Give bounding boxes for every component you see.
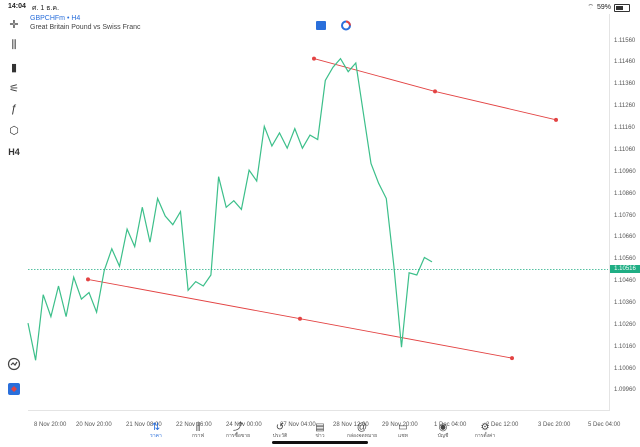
buy-sell-icon[interactable] — [316, 21, 326, 30]
price-tick: 1.10360 — [614, 299, 636, 306]
nav-chat[interactable]: ▭ แชท — [381, 422, 425, 446]
time-tick: 5 Dec 04:00 — [588, 422, 621, 428]
trendline-anchor[interactable] — [554, 117, 558, 122]
nav-mailbox-icon: @ — [356, 422, 368, 433]
price-tick: 1.11360 — [614, 81, 636, 88]
trendline-anchor[interactable] — [433, 89, 437, 94]
nav-trade-label: การซื้อขาย — [225, 433, 251, 439]
price-tick: 1.10860 — [614, 190, 636, 197]
nav-settings-label: การตั้งค่า — [474, 433, 496, 439]
price-chart[interactable] — [0, 0, 640, 447]
time-tick: 8 Nov 20:00 — [34, 422, 67, 428]
nav-settings-icon: ⚙ — [480, 422, 490, 433]
nav-chart-label: กราฟ — [191, 433, 205, 439]
price-tick: 1.10560 — [614, 256, 636, 263]
price-tick: 1.10760 — [614, 212, 636, 219]
nav-news-icon: ▤ — [315, 422, 325, 433]
trendline-anchor[interactable] — [86, 277, 90, 282]
price-tick: 1.10060 — [614, 365, 636, 372]
nav-quotes-icon: ⇅ — [151, 422, 161, 433]
bottom-nav: ⇅ ราคา ⫼ กราฟ ⤴ การซื้อขาย ↺ ประวัติ ▤ ข่าว @ กล่อง… — [0, 422, 640, 447]
price-tick: 1.11460 — [614, 59, 636, 66]
nav-news-label: ข่าว — [315, 433, 325, 439]
nav-trade-icon: ⤴ — [233, 422, 243, 433]
nav-accounts-icon: ◉ — [438, 422, 448, 433]
time-tick: 3 Dec 20:00 — [538, 422, 571, 428]
price-tick: 1.11560 — [614, 37, 636, 44]
trendline-anchor[interactable] — [312, 56, 316, 61]
price-tick: 1.11160 — [614, 125, 635, 132]
current-price-label: 1.10516 — [610, 265, 640, 274]
nav-settings[interactable]: ⚙ การตั้งค่า — [463, 422, 507, 446]
price-tick: 1.11060 — [614, 146, 636, 153]
nav-quotes[interactable]: ⇅ ราคา — [134, 422, 178, 446]
nav-chat-label: แชท — [398, 433, 408, 439]
price-axis: 1.11560 1.11460 1.11360 1.11260 1.11160 1.110… — [612, 0, 640, 420]
nav-accounts[interactable]: ◉ บัญชี — [421, 422, 465, 446]
nav-history-label: ประวัติ — [272, 433, 288, 439]
price-line — [27, 57, 433, 361]
trendline-anchor[interactable] — [510, 356, 514, 361]
price-tick: 1.10660 — [614, 234, 636, 241]
nav-chart[interactable]: ⫼ กราฟ — [176, 422, 220, 446]
home-indicator — [272, 441, 368, 444]
price-tick: 1.09960 — [614, 387, 636, 394]
price-tick: 1.10260 — [614, 321, 636, 328]
price-tick: 1.10960 — [614, 168, 636, 175]
price-tick: 1.11260 — [614, 103, 636, 110]
nav-accounts-label: บัญชี — [437, 433, 449, 439]
price-tick: 1.10460 — [614, 278, 636, 285]
price-tick: 1.10160 — [614, 343, 636, 350]
nav-chat-icon: ▭ — [398, 422, 408, 433]
nav-quotes-label: ราคา — [150, 433, 162, 439]
nav-trade[interactable]: ⤴ การซื้อขาย — [216, 422, 260, 446]
trendline-anchor[interactable] — [298, 316, 302, 321]
nav-chart-icon: ⫼ — [195, 422, 201, 433]
time-tick: 20 Nov 20:00 — [76, 422, 112, 428]
trendline[interactable] — [313, 58, 557, 121]
nav-history-icon: ↺ — [275, 422, 285, 433]
nav-mailbox-label: กล่องจดหมาย — [346, 433, 378, 439]
